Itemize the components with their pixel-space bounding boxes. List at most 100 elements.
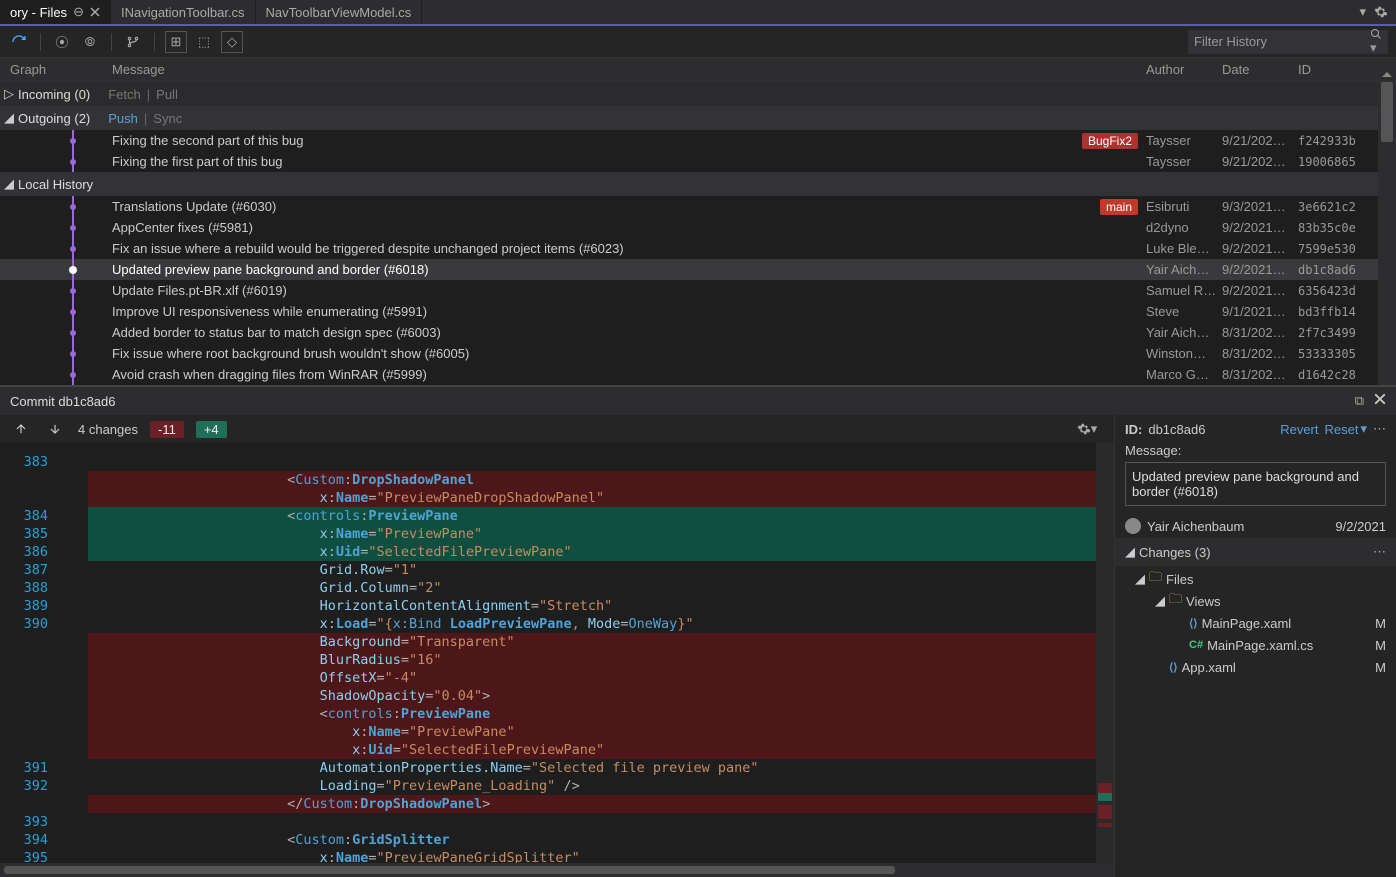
message-box[interactable]: Updated preview pane background and bord…	[1125, 462, 1386, 506]
code-line[interactable]: 383	[0, 453, 1096, 471]
code-line[interactable]: x:Name="PreviewPane"	[0, 723, 1096, 741]
dropdown-icon[interactable]: ▾	[1359, 4, 1366, 20]
gear-icon[interactable]	[1374, 5, 1388, 19]
commit-row[interactable]: AppCenter fixes (#5981)d2dyno9/2/2021…83…	[0, 217, 1378, 238]
filter1-icon[interactable]: ⦿	[51, 31, 73, 53]
tab-label: INavigationToolbar.cs	[121, 5, 245, 20]
section-local[interactable]: ◢ Local History	[0, 172, 1378, 196]
code-line[interactable]: 386 x:Uid="SelectedFilePreviewPane"	[0, 543, 1096, 561]
prev-diff-icon[interactable]	[10, 418, 32, 440]
code-line[interactable]: 390 x:Load="{x:Bind LoadPreviewPane, Mod…	[0, 615, 1096, 633]
push-link[interactable]: Push	[108, 111, 138, 126]
commit-id: 53333305	[1298, 347, 1378, 361]
col-message[interactable]: Message	[100, 62, 1146, 77]
commit-author: Marco G…	[1146, 367, 1222, 382]
commit-date: 9/2/2021…	[1222, 241, 1298, 256]
close-icon[interactable]	[90, 7, 100, 17]
code-line[interactable]: <controls:PreviewPane	[0, 705, 1096, 723]
section-incoming[interactable]: ▷ Incoming (0) Fetch | Pull	[0, 82, 1378, 106]
code-line[interactable]: 395 x:Name="PreviewPaneGridSplitter"	[0, 849, 1096, 863]
code-line[interactable]: <Custom:DropShadowPanel	[0, 471, 1096, 489]
code-line[interactable]: 385 x:Name="PreviewPane"	[0, 525, 1096, 543]
commit-row[interactable]: Improve UI responsiveness while enumerat…	[0, 301, 1378, 322]
code-line[interactable]: 389 HorizontalContentAlignment="Stretch"	[0, 597, 1096, 615]
commit-row[interactable]: Added border to status bar to match desi…	[0, 322, 1378, 343]
dock-icon[interactable]: ⧉	[1355, 393, 1364, 409]
code-line[interactable]: 393	[0, 813, 1096, 831]
commit-message: Fixing the first part of this bug	[112, 154, 283, 169]
horizontal-scrollbar[interactable]	[0, 863, 1114, 877]
changes-header[interactable]: ◢ Changes (3) ⋯	[1115, 538, 1396, 566]
tab-inavigationtoolbar[interactable]: INavigationToolbar.cs	[111, 0, 256, 24]
commit-row[interactable]: Fix issue where root background brush wo…	[0, 343, 1378, 364]
code-editor[interactable]: 383 <Custom:DropShadowPanel x:Name="Prev…	[0, 443, 1096, 863]
more-icon[interactable]: ⋯	[1373, 421, 1386, 437]
gear-icon[interactable]: ▾	[1076, 418, 1098, 440]
code-line[interactable]: OffsetX="-4"	[0, 669, 1096, 687]
commit-row[interactable]: Fix an issue where a rebuild would be tr…	[0, 238, 1378, 259]
code-line[interactable]: ShadowOpacity="0.04">	[0, 687, 1096, 705]
filter-history-input[interactable]: Filter History ▾	[1188, 30, 1388, 54]
commit-message: Avoid crash when dragging files from Win…	[112, 367, 427, 382]
refresh-icon[interactable]	[8, 31, 30, 53]
commit-date: 9/21/202…	[1222, 154, 1298, 169]
view3-icon[interactable]: ◇	[221, 31, 243, 53]
code-line[interactable]: Background="Transparent"	[0, 633, 1096, 651]
chevron-down-icon: ▾	[1360, 421, 1367, 437]
section-outgoing[interactable]: ◢ Outgoing (2) Push | Sync	[0, 106, 1378, 130]
commit-row[interactable]: Translations Update (#6030)mainEsibruti9…	[0, 196, 1378, 217]
col-id[interactable]: ID	[1298, 62, 1378, 77]
sync-link[interactable]: Sync	[153, 111, 182, 126]
code-line[interactable]: 387 Grid.Row="1"	[0, 561, 1096, 579]
view2-icon[interactable]: ⬚	[193, 31, 215, 53]
tab-navtoolbarviewmodel[interactable]: NavToolbarViewModel.cs	[256, 0, 423, 24]
code-line[interactable]: 391 AutomationProperties.Name="Selected …	[0, 759, 1096, 777]
caret-down-icon: ◢	[4, 110, 14, 126]
branch-icon[interactable]	[122, 31, 144, 53]
code-line[interactable]: </Custom:DropShadowPanel>	[0, 795, 1096, 813]
revert-link[interactable]: Revert	[1280, 422, 1318, 437]
code-line[interactable]: 394 <Custom:GridSplitter	[0, 831, 1096, 849]
xaml-file-icon: ⟨⟩	[1169, 661, 1178, 674]
commit-row[interactable]: Fixing the second part of this bugBugFix…	[0, 130, 1378, 151]
fetch-link[interactable]: Fetch	[108, 87, 141, 102]
pin-icon[interactable]: ⊖	[73, 4, 84, 20]
view1-icon[interactable]: ⊞	[165, 31, 187, 53]
commit-date: 9/21/202…	[1222, 133, 1298, 148]
filter-placeholder: Filter History	[1194, 34, 1267, 49]
tree-folder-views[interactable]: ◢ 🗀 Views	[1121, 590, 1396, 612]
commit-row[interactable]: Avoid crash when dragging files from Win…	[0, 364, 1378, 385]
code-line[interactable]: 384 <controls:PreviewPane	[0, 507, 1096, 525]
col-graph[interactable]: Graph	[0, 62, 100, 77]
tree-file[interactable]: ⟨⟩ MainPage.xamlM	[1121, 612, 1396, 634]
branch-badge: BugFix2	[1082, 133, 1138, 149]
commit-author: Esibruti	[1146, 199, 1222, 214]
vertical-scrollbar[interactable]	[1378, 82, 1396, 385]
code-line[interactable]: 388 Grid.Column="2"	[0, 579, 1096, 597]
filter2-icon[interactable]: ⦾	[79, 31, 101, 53]
commit-row[interactable]: Update Files.pt-BR.xlf (#6019)Samuel R…9…	[0, 280, 1378, 301]
commit-row[interactable]: Fixing the first part of this bugTaysser…	[0, 151, 1378, 172]
tree-file[interactable]: ⟨⟩ App.xamlM	[1121, 656, 1396, 678]
tree-file[interactable]: C# MainPage.xaml.csM	[1121, 634, 1396, 656]
code-line[interactable]: x:Uid="SelectedFilePreviewPane"	[0, 741, 1096, 759]
folder-label: Files	[1166, 572, 1193, 587]
tab-history-files[interactable]: ory - Files ⊖	[0, 0, 111, 24]
more-icon[interactable]: ⋯	[1373, 544, 1386, 560]
code-line[interactable]: x:Name="PreviewPaneDropShadowPanel"	[0, 489, 1096, 507]
commit-row[interactable]: Updated preview pane background and bord…	[0, 259, 1378, 280]
tree-folder-files[interactable]: ◢ 🗀 Files	[1121, 568, 1396, 590]
code-line[interactable]: 392 Loading="PreviewPane_Loading" />	[0, 777, 1096, 795]
next-diff-icon[interactable]	[44, 418, 66, 440]
commit-author: Yair Aich…	[1146, 262, 1222, 277]
commit-id: 83b35c0e	[1298, 221, 1378, 235]
close-icon[interactable]	[1374, 393, 1386, 409]
col-date[interactable]: Date	[1222, 62, 1298, 77]
search-icon[interactable]: ▾	[1370, 28, 1382, 56]
minimap[interactable]	[1096, 443, 1114, 863]
commit-message: Fix an issue where a rebuild would be tr…	[112, 241, 624, 256]
code-line[interactable]: BlurRadius="16"	[0, 651, 1096, 669]
pull-link[interactable]: Pull	[156, 87, 178, 102]
reset-link[interactable]: Reset ▾	[1325, 421, 1368, 437]
col-author[interactable]: Author	[1146, 62, 1222, 77]
